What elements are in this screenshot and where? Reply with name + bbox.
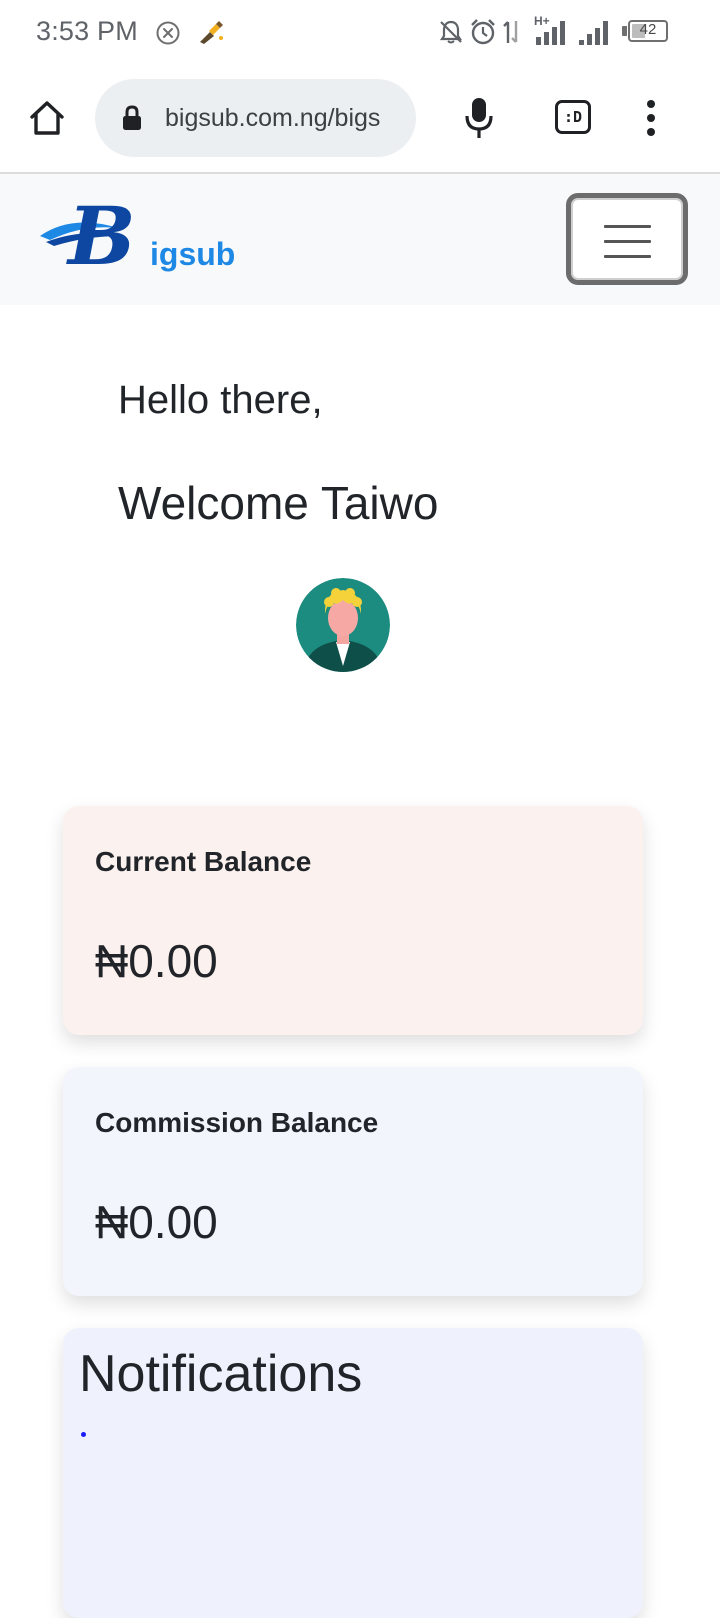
close-circle-icon xyxy=(156,21,180,45)
more-vert-icon[interactable] xyxy=(644,98,658,138)
current-balance-amount: ₦0.00 xyxy=(95,935,218,987)
notification-list-bullet xyxy=(81,1432,86,1437)
notifications-off-icon xyxy=(439,20,463,44)
tab-switcher-icon[interactable]: :D xyxy=(555,100,591,134)
microphone-icon[interactable] xyxy=(464,96,494,140)
signal-strength-2-icon xyxy=(579,21,608,45)
greeting-hello: Hello there, xyxy=(118,378,323,422)
cleaner-app-icon xyxy=(200,21,223,44)
lock-icon xyxy=(123,105,141,130)
current-balance-label: Current Balance xyxy=(95,846,312,877)
site-navbar: B igsub xyxy=(0,174,720,305)
notifications-card: Notifications xyxy=(63,1328,643,1618)
battery-percent: 42 xyxy=(639,21,657,38)
status-time: 3:53 PM xyxy=(36,16,138,46)
signal-strength-icon xyxy=(536,21,565,45)
url-text: bigsub.com.ng/bigs xyxy=(165,104,381,132)
status-bar: 3:53 PM H+ 42 xyxy=(0,0,720,66)
browser-toolbar: bigsub.com.ng/bigs :D xyxy=(0,66,720,174)
alarm-icon xyxy=(471,19,495,45)
address-bar[interactable]: bigsub.com.ng/bigs xyxy=(95,79,416,157)
logo-text: igsub xyxy=(150,236,236,272)
battery-icon: 42 xyxy=(628,20,668,42)
navbar-toggle-button[interactable] xyxy=(566,193,688,285)
current-balance-card: Current Balance ₦0.00 xyxy=(63,806,643,1035)
notifications-title: Notifications xyxy=(79,1345,363,1403)
commission-balance-card: Commission Balance ₦0.00 xyxy=(63,1067,643,1296)
avatar xyxy=(296,578,390,672)
logo-letter: B xyxy=(68,189,136,283)
greeting-welcome: Welcome Taiwo xyxy=(118,477,439,529)
home-icon[interactable] xyxy=(28,100,66,136)
commission-balance-amount: ₦0.00 xyxy=(95,1196,218,1248)
commission-balance-label: Commission Balance xyxy=(95,1107,379,1138)
bigsub-logo[interactable]: B igsub xyxy=(38,196,238,278)
data-transfer-icon xyxy=(503,21,518,43)
hamburger-menu-icon xyxy=(604,225,651,228)
